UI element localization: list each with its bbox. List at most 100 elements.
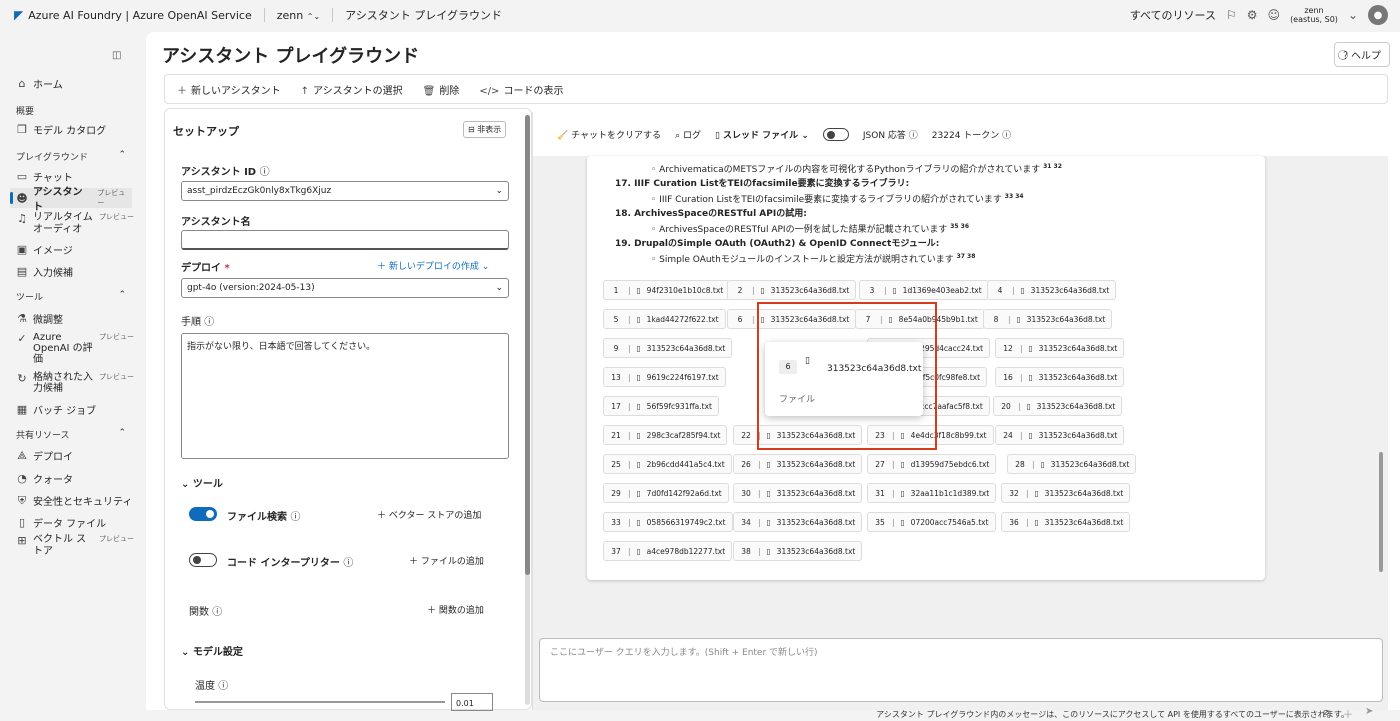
deploy-label: デプロイ * [181,263,230,274]
avatar[interactable]: ● [1368,5,1388,25]
section-playground[interactable]: プレイグラウンド ⌃ [16,150,126,163]
separator: | [628,372,631,382]
attach-icon[interactable]: ⌀ [1323,707,1329,718]
sidebar-item-evaluation[interactable]: ✓ Azure OpenAI の評価 プレビュー [16,332,134,365]
add-vector-store-button[interactable]: ＋ ベクター ストアの追加 [377,508,481,521]
citation-chip[interactable]: 33 | ▯ 058566319749c2.txt [603,512,733,532]
sidebar-item-assistants[interactable]: ☻ アシスタント プレビュー [10,187,132,213]
sidebar-item-finetune[interactable]: ⚗ 微調整 [16,311,134,326]
citation-chip[interactable]: 25 | ▯ 2b96cdd441a5c4.txt [603,454,732,474]
add-function-button[interactable]: ＋ 関数の追加 [427,603,484,616]
sidebar-item-deploy[interactable]: ⟁ デプロイ [16,448,134,464]
thread-files-button[interactable]: ▯ スレッド ファイル ⌄ [715,128,809,141]
citation-chip[interactable]: 2 | ▯ 313523c64a36d8.txt [727,280,857,300]
info-icon: ⓘ [212,607,223,618]
model-settings-section[interactable]: ⌄ モデル設定 [181,643,243,658]
sidebar-item-batch[interactable]: ▦ バッチ ジョブ [16,402,134,417]
select-assistant-button[interactable]: ↑ アシスタントの選択 [301,82,403,97]
file-search-toggle[interactable] [189,507,217,521]
new-assistant-button[interactable]: ＋新しいアシスタント [177,82,281,97]
file-icon: ▯ [1020,285,1025,295]
citation-chip[interactable]: 32 | ▯ 313523c64a36d8.txt [1001,483,1131,503]
help-button[interactable]: ?⃝ ヘルプ [1334,42,1390,67]
code-interpreter-toggle[interactable] [189,553,217,567]
add-icon[interactable]: ＋ [1343,706,1353,721]
section-shared[interactable]: 共有リソース ⌃ [16,428,126,441]
citation-chip[interactable]: 12 | ▯ 313523c64a36d8.txt [995,338,1125,358]
sidebar-item-stored-completions[interactable]: ↻ 格納された入力候補 プレビュー [16,372,134,394]
new-deploy-link[interactable]: ＋ 新しいデプロイの作成 ⌄ [377,259,489,272]
user-info[interactable]: zenn (eastus, S0) [1290,6,1338,24]
brand[interactable]: ◤ Azure AI Foundry | Azure OpenAI Servic… [14,8,252,22]
citation-chip[interactable]: 21 | ▯ 298c3caf285f94.txt [603,425,728,445]
announcement-icon[interactable]: ⚐ [1226,8,1237,22]
citation-chip[interactable]: 30 | ▯ 313523c64a36d8.txt [733,483,863,503]
smiley-icon[interactable]: ☺ [1268,8,1281,22]
instructions-textarea[interactable]: 指示がない限り、日本語で回答してください。 [181,333,509,459]
sidebar-item-chat[interactable]: ▭ チャット [16,169,134,184]
citation-chip[interactable]: 9 | ▯ 313523c64a36d8.txt [603,338,733,358]
sidebar-item-realtime-audio[interactable]: ♫ リアルタイム オーディオ プレビュー [16,212,134,236]
evaluation-icon: ✓ [17,332,27,345]
section-tools[interactable]: ツール ⌃ [16,290,126,303]
collapse-sidebar-icon[interactable]: ◫ [112,50,121,61]
assistant-id-select[interactable]: asst_pirdzEczGk0nly8xTkg6Xjuz ⌄ [181,181,509,201]
citation-chip[interactable]: 13 | ▯ 9619c224f6197.txt [603,367,726,387]
assistant-name-input[interactable] [181,230,509,250]
citation-chip[interactable]: 8 | ▯ 313523c64a36d8.txt [983,309,1113,329]
temperature-slider[interactable] [195,701,445,703]
plus-icon: ＋ [427,606,439,616]
view-code-button[interactable]: </> コードの表示 [479,82,563,97]
sidebar-item-quota[interactable]: ◔ クォータ [16,471,134,486]
main-panel: アシスタント プレイグラウンド ?⃝ ヘルプ ＋新しいアシスタント ↑ アシスタン… [146,32,1400,721]
chat-input[interactable]: ここにユーザー クエリを入力します。(Shift + Enter で新しい行) [539,638,1383,702]
chat-scrollbar[interactable] [1379,452,1383,572]
log-button[interactable]: ⌕ ログ [675,128,701,141]
sidebar-item-image[interactable]: ▣ イメージ [16,242,134,257]
citation-chip[interactable]: 17 | ▯ 56f59fc931ffa.txt [603,396,719,416]
citation-chip[interactable]: 16 | ▯ 313523c64a36d8.txt [995,367,1125,387]
chevron-updown-icon: ⌃⌄ [306,11,321,21]
sidebar-item-safety[interactable]: ⛨ 安全性とセキュリティ [16,493,134,509]
citation-chip[interactable]: 3 | ▯ 1d1369e403eab2.txt [859,280,989,300]
sidebar-item-model-catalog[interactable]: ❒ モデル カタログ [16,122,134,137]
citation-chip[interactable]: 20 | ▯ 313523c64a36d8.txt [993,396,1123,416]
sidebar-item-data-files[interactable]: ▯ データ ファイル [16,515,134,530]
tools-section[interactable]: ⌄ ツール [181,475,223,490]
setup-scrollbar[interactable] [525,115,530,705]
sidebar-item-completions[interactable]: ▤ 入力候補 [16,264,134,279]
citation-chip[interactable]: 29 | ▯ 7d0fd142f92a6d.txt [603,483,729,503]
citation-chip[interactable]: 1 | ▯ 94f2310e1b10c8.txt [603,280,731,300]
citation-chip[interactable]: 38 | ▯ 313523c64a36d8.txt [733,541,863,561]
all-resources-link[interactable]: すべてのリソース [1130,7,1216,23]
add-file-button[interactable]: ＋ ファイルの追加 [409,554,484,567]
citation-number: 26 [741,459,751,469]
citation-chip[interactable]: 28 | ▯ 313523c64a36d8.txt [1007,454,1137,474]
citation-chip[interactable]: 4 | ▯ 313523c64a36d8.txt [987,280,1117,300]
file-icon: ▯ [900,517,905,527]
gear-icon[interactable]: ⚙ [1247,8,1258,22]
deploy-select[interactable]: gpt-4o (version:2024-05-13) ⌄ [181,278,509,298]
sidebar-item-home[interactable]: ⌂ ホーム [16,76,134,91]
citation-chip[interactable]: 5 | ▯ 1kad44272f622.txt [603,309,726,329]
chevron-down-icon[interactable]: ⌄ [1348,8,1358,22]
citation-chip[interactable]: 24 | ▯ 313523c64a36d8.txt [995,425,1125,445]
citation-chip[interactable]: 36 | ▯ 313523c64a36d8.txt [1001,512,1131,532]
delete-button[interactable]: 🗑 削除 [423,82,460,97]
send-icon[interactable]: ➤ [1365,706,1373,717]
citation-chip[interactable]: 27 | ▯ d13959d75ebdc6.txt [867,454,997,474]
temperature-input[interactable]: 0.01 [451,693,493,711]
clear-chat-button[interactable]: 🧹 チャットをクリアする [557,128,661,141]
sidebar-item-vector-stores[interactable]: ⊞ ベクトル ストア プレビュー [16,534,134,558]
citation-chip[interactable]: 34 | ▯ 313523c64a36d8.txt [733,512,863,532]
popover-filename[interactable]: 313523c64a36d8.txt [827,364,921,374]
citation-chip[interactable]: 26 | ▯ 313523c64a36d8.txt [733,454,863,474]
json-toggle[interactable] [822,127,849,141]
hide-button[interactable]: ⊟ 非表示 [463,121,507,138]
citation-chip[interactable]: 31 | ▯ 32aa11b1c1d389.txt [867,483,997,503]
search-icon: ⌕ [675,130,681,141]
project-selector[interactable]: zenn ⌃⌄ [277,9,320,22]
citation-chip[interactable]: 37 | ▯ a4ce978db12277.txt [603,541,733,561]
file-icon: ▯ [1040,459,1045,469]
citation-chip[interactable]: 35 | ▯ 07200acc7546a5.txt [867,512,996,532]
